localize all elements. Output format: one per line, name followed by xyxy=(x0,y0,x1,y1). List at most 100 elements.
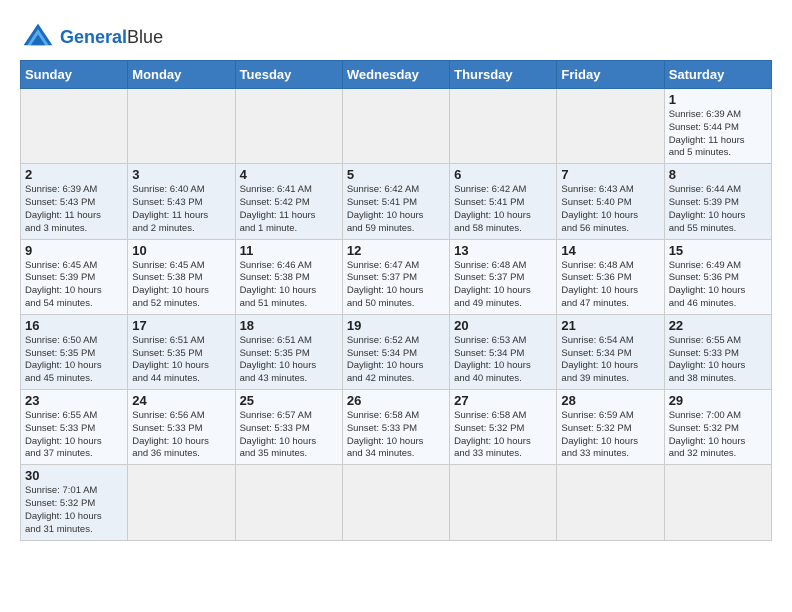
day-info: Sunrise: 6:39 AM Sunset: 5:44 PM Dayligh… xyxy=(669,109,767,160)
weekday-header-friday: Friday xyxy=(557,61,664,89)
day-cell: 10 Sunrise: 6:45 AM Sunset: 5:38 PM Dayli… xyxy=(128,239,235,314)
day-cell: 4 Sunrise: 6:41 AM Sunset: 5:42 PM Daylig… xyxy=(235,164,342,239)
day-cell: 16 Sunrise: 6:50 AM Sunset: 5:35 PM Dayli… xyxy=(21,314,128,389)
day-info: Sunrise: 6:55 AM Sunset: 5:33 PM Dayligh… xyxy=(25,410,123,461)
day-cell xyxy=(450,465,557,540)
day-info: Sunrise: 6:56 AM Sunset: 5:33 PM Dayligh… xyxy=(132,410,230,461)
day-cell: 20Sunrise: 6:53 AM Sunset: 5:34 PM Dayli… xyxy=(450,314,557,389)
day-cell: 26Sunrise: 6:58 AM Sunset: 5:33 PM Dayli… xyxy=(342,390,449,465)
day-cell: 28Sunrise: 6:59 AM Sunset: 5:32 PM Dayli… xyxy=(557,390,664,465)
day-number: 16 xyxy=(25,318,123,333)
day-info: Sunrise: 6:47 AM Sunset: 5:37 PM Dayligh… xyxy=(347,260,445,311)
day-info: Sunrise: 6:50 AM Sunset: 5:35 PM Dayligh… xyxy=(25,335,123,386)
calendar-header: SundayMondayTuesdayWednesdayThursdayFrid… xyxy=(21,61,772,89)
calendar-body: 1 Sunrise: 6:39 AM Sunset: 5:44 PM Daylig… xyxy=(21,89,772,541)
day-info: Sunrise: 7:01 AM Sunset: 5:32 PM Dayligh… xyxy=(25,485,123,536)
day-number: 9 xyxy=(25,243,123,258)
day-number: 23 xyxy=(25,393,123,408)
day-number: 11 xyxy=(240,243,338,258)
day-number: 7 xyxy=(561,167,659,182)
day-number: 18 xyxy=(240,318,338,333)
day-cell xyxy=(235,89,342,164)
day-number: 2 xyxy=(25,167,123,182)
day-info: Sunrise: 7:00 AM Sunset: 5:32 PM Dayligh… xyxy=(669,410,767,461)
day-cell xyxy=(342,465,449,540)
day-cell: 5Sunrise: 6:42 AM Sunset: 5:41 PM Daylig… xyxy=(342,164,449,239)
week-row-5: 23 Sunrise: 6:55 AM Sunset: 5:33 PM Dayli… xyxy=(21,390,772,465)
day-cell: 27 Sunrise: 6:58 AM Sunset: 5:32 PM Dayli… xyxy=(450,390,557,465)
day-cell: 22 Sunrise: 6:55 AM Sunset: 5:33 PM Dayli… xyxy=(664,314,771,389)
day-cell xyxy=(128,89,235,164)
day-cell: 25 Sunrise: 6:57 AM Sunset: 5:33 PM Dayli… xyxy=(235,390,342,465)
day-number: 15 xyxy=(669,243,767,258)
logo-text: GeneralBlue xyxy=(60,28,163,48)
day-number: 14 xyxy=(561,243,659,258)
week-row-1: 1 Sunrise: 6:39 AM Sunset: 5:44 PM Daylig… xyxy=(21,89,772,164)
day-info: Sunrise: 6:43 AM Sunset: 5:40 PM Dayligh… xyxy=(561,184,659,235)
day-cell xyxy=(128,465,235,540)
day-cell: 7 Sunrise: 6:43 AM Sunset: 5:40 PM Daylig… xyxy=(557,164,664,239)
calendar: SundayMondayTuesdayWednesdayThursdayFrid… xyxy=(20,60,772,541)
week-row-6: 30Sunrise: 7:01 AM Sunset: 5:32 PM Dayli… xyxy=(21,465,772,540)
day-number: 19 xyxy=(347,318,445,333)
day-cell: 18 Sunrise: 6:51 AM Sunset: 5:35 PM Dayli… xyxy=(235,314,342,389)
day-info: Sunrise: 6:41 AM Sunset: 5:42 PM Dayligh… xyxy=(240,184,338,235)
day-number: 29 xyxy=(669,393,767,408)
day-info: Sunrise: 6:51 AM Sunset: 5:35 PM Dayligh… xyxy=(132,335,230,386)
day-cell xyxy=(557,89,664,164)
weekday-header-wednesday: Wednesday xyxy=(342,61,449,89)
day-cell: 1 Sunrise: 6:39 AM Sunset: 5:44 PM Daylig… xyxy=(664,89,771,164)
day-info: Sunrise: 6:54 AM Sunset: 5:34 PM Dayligh… xyxy=(561,335,659,386)
day-info: Sunrise: 6:42 AM Sunset: 5:41 PM Dayligh… xyxy=(347,184,445,235)
day-cell xyxy=(21,89,128,164)
weekday-header-saturday: Saturday xyxy=(664,61,771,89)
day-cell: 30Sunrise: 7:01 AM Sunset: 5:32 PM Dayli… xyxy=(21,465,128,540)
day-number: 25 xyxy=(240,393,338,408)
day-info: Sunrise: 6:58 AM Sunset: 5:32 PM Dayligh… xyxy=(454,410,552,461)
day-info: Sunrise: 6:53 AM Sunset: 5:34 PM Dayligh… xyxy=(454,335,552,386)
day-info: Sunrise: 6:39 AM Sunset: 5:43 PM Dayligh… xyxy=(25,184,123,235)
week-row-4: 16 Sunrise: 6:50 AM Sunset: 5:35 PM Dayli… xyxy=(21,314,772,389)
day-info: Sunrise: 6:45 AM Sunset: 5:38 PM Dayligh… xyxy=(132,260,230,311)
day-number: 17 xyxy=(132,318,230,333)
day-number: 22 xyxy=(669,318,767,333)
day-number: 24 xyxy=(132,393,230,408)
day-number: 10 xyxy=(132,243,230,258)
day-info: Sunrise: 6:42 AM Sunset: 5:41 PM Dayligh… xyxy=(454,184,552,235)
weekday-header-monday: Monday xyxy=(128,61,235,89)
day-number: 27 xyxy=(454,393,552,408)
day-cell: 29 Sunrise: 7:00 AM Sunset: 5:32 PM Dayli… xyxy=(664,390,771,465)
day-cell xyxy=(664,465,771,540)
day-info: Sunrise: 6:51 AM Sunset: 5:35 PM Dayligh… xyxy=(240,335,338,386)
day-info: Sunrise: 6:44 AM Sunset: 5:39 PM Dayligh… xyxy=(669,184,767,235)
day-cell: 12 Sunrise: 6:47 AM Sunset: 5:37 PM Dayli… xyxy=(342,239,449,314)
day-cell xyxy=(235,465,342,540)
day-cell: 19Sunrise: 6:52 AM Sunset: 5:34 PM Dayli… xyxy=(342,314,449,389)
day-cell xyxy=(557,465,664,540)
day-info: Sunrise: 6:59 AM Sunset: 5:32 PM Dayligh… xyxy=(561,410,659,461)
day-cell: 8 Sunrise: 6:44 AM Sunset: 5:39 PM Daylig… xyxy=(664,164,771,239)
day-number: 1 xyxy=(669,92,767,107)
day-number: 21 xyxy=(561,318,659,333)
day-info: Sunrise: 6:40 AM Sunset: 5:43 PM Dayligh… xyxy=(132,184,230,235)
week-row-2: 2 Sunrise: 6:39 AM Sunset: 5:43 PM Daylig… xyxy=(21,164,772,239)
day-cell: 13Sunrise: 6:48 AM Sunset: 5:37 PM Dayli… xyxy=(450,239,557,314)
week-row-3: 9 Sunrise: 6:45 AM Sunset: 5:39 PM Daylig… xyxy=(21,239,772,314)
day-info: Sunrise: 6:55 AM Sunset: 5:33 PM Dayligh… xyxy=(669,335,767,386)
day-number: 12 xyxy=(347,243,445,258)
day-info: Sunrise: 6:45 AM Sunset: 5:39 PM Dayligh… xyxy=(25,260,123,311)
day-cell: 24 Sunrise: 6:56 AM Sunset: 5:33 PM Dayli… xyxy=(128,390,235,465)
weekday-row: SundayMondayTuesdayWednesdayThursdayFrid… xyxy=(21,61,772,89)
day-number: 13 xyxy=(454,243,552,258)
day-info: Sunrise: 6:57 AM Sunset: 5:33 PM Dayligh… xyxy=(240,410,338,461)
day-number: 4 xyxy=(240,167,338,182)
day-number: 8 xyxy=(669,167,767,182)
day-cell: 3 Sunrise: 6:40 AM Sunset: 5:43 PM Daylig… xyxy=(128,164,235,239)
day-info: Sunrise: 6:46 AM Sunset: 5:38 PM Dayligh… xyxy=(240,260,338,311)
day-cell xyxy=(450,89,557,164)
weekday-header-tuesday: Tuesday xyxy=(235,61,342,89)
logo-icon xyxy=(20,20,56,56)
day-number: 3 xyxy=(132,167,230,182)
day-info: Sunrise: 6:58 AM Sunset: 5:33 PM Dayligh… xyxy=(347,410,445,461)
day-cell: 21 Sunrise: 6:54 AM Sunset: 5:34 PM Dayli… xyxy=(557,314,664,389)
